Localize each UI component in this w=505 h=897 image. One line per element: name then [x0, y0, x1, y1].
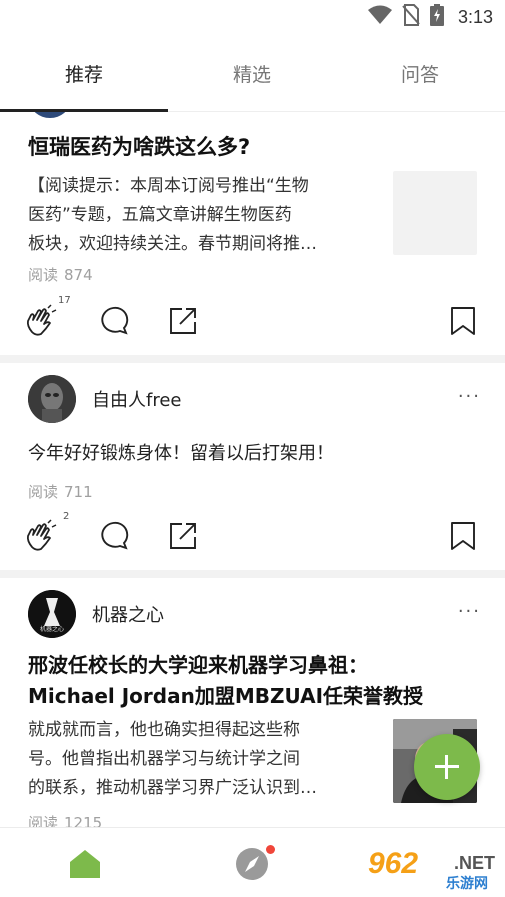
feed[interactable]: 恒瑞医药为啥跌这么多? 【阅读提示：本周本订阅号推出“生物 医药”专题，五篇文章…	[0, 112, 505, 827]
battery-charging-icon	[429, 4, 444, 30]
post-excerpt[interactable]: 就成就而言，他也确实担得起这些称 号。他曾指出机器学习与统计学之间 的联系，推动…	[28, 716, 368, 803]
watermark-sub: 乐游网	[446, 876, 488, 892]
status-icons: 3:13	[367, 4, 493, 30]
read-count: 阅读 1215	[28, 812, 102, 827]
notification-dot	[266, 845, 275, 854]
status-time: 3:13	[457, 6, 493, 27]
post-thumbnail[interactable]	[393, 171, 477, 255]
post-title[interactable]: 邢波任校长的大学迎来机器学习鼻祖： Michael Jordan加盟MBZUAI…	[28, 650, 423, 712]
read-count-value: 711	[64, 483, 93, 501]
bookmark-icon[interactable]	[446, 304, 480, 338]
read-label: 阅读	[28, 483, 59, 501]
action-bar: 2	[0, 511, 505, 559]
title-line: Michael Jordan加盟MBZUAI任荣誉教授	[28, 684, 424, 708]
tab-featured[interactable]: 精选	[168, 60, 336, 87]
watermark-brand: 962	[368, 847, 419, 880]
excerpt-line: 【阅读提示：本周本订阅号推出“生物	[28, 176, 309, 196]
read-count-value: 874	[64, 266, 93, 284]
share-icon[interactable]	[166, 519, 200, 553]
watermark-logo: 962 .NET 乐游网	[368, 845, 503, 893]
more-options-icon[interactable]: ···	[458, 601, 481, 622]
author-name[interactable]: 机器之心	[92, 601, 164, 627]
clap-icon[interactable]	[24, 519, 58, 553]
excerpt-line: 医药”专题，五篇文章讲解生物医药	[28, 205, 292, 225]
post-excerpt[interactable]: 【阅读提示：本周本订阅号推出“生物 医药”专题，五篇文章讲解生物医药 板块，欢迎…	[28, 172, 368, 259]
watermark-net: .NET	[454, 853, 496, 873]
avatar-label: 机器之心	[39, 626, 64, 633]
plus-icon	[445, 755, 448, 779]
clap-count: 2	[63, 511, 70, 522]
more-options-icon[interactable]: ···	[458, 386, 481, 407]
avatar[interactable]	[28, 375, 76, 423]
avatar-partial	[30, 112, 70, 118]
excerpt-line: 板块，欢迎持续关注。春节期间将推…	[28, 234, 317, 254]
author-row[interactable]: 自由人free	[28, 375, 182, 423]
bookmark-icon[interactable]	[446, 519, 480, 553]
read-count: 阅读 711	[28, 481, 93, 502]
add-post-button[interactable]	[414, 734, 480, 800]
top-tabs: 推荐 精选 问答	[0, 34, 505, 112]
read-label: 阅读	[28, 814, 59, 827]
post-title[interactable]: 恒瑞医药为啥跌这么多?	[28, 132, 250, 163]
no-sim-icon	[402, 4, 420, 30]
author-row[interactable]: 机器之心 机器之心	[28, 590, 164, 638]
home-icon[interactable]	[67, 846, 103, 882]
wifi-icon	[367, 5, 392, 29]
excerpt-line: 就成就而言，他也确实担得起这些称	[28, 720, 300, 740]
comment-icon[interactable]	[96, 519, 130, 553]
status-bar: 3:13	[0, 0, 505, 34]
excerpt-line: 号。他曾指出机器学习与统计学之间	[28, 749, 300, 769]
tab-qa[interactable]: 问答	[336, 60, 504, 87]
tab-recommend[interactable]: 推荐	[0, 60, 168, 87]
read-label: 阅读	[28, 266, 59, 284]
author-name[interactable]: 自由人free	[92, 386, 182, 412]
card-divider	[0, 570, 505, 578]
comment-icon[interactable]	[96, 304, 130, 338]
share-icon[interactable]	[166, 304, 200, 338]
action-bar: 17	[0, 295, 505, 344]
read-count: 阅读 874	[28, 264, 93, 285]
post-text[interactable]: 今年好好锻炼身体！留着以后打架用！	[28, 439, 334, 465]
excerpt-line: 的联系，推动机器学习界广泛认识到…	[28, 778, 317, 798]
clap-count: 17	[58, 295, 71, 306]
compass-icon[interactable]	[234, 845, 275, 882]
title-line: 邢波任校长的大学迎来机器学习鼻祖：	[28, 653, 368, 677]
clap-icon[interactable]	[24, 304, 58, 338]
avatar[interactable]: 机器之心	[28, 590, 76, 638]
read-count-value: 1215	[64, 814, 103, 827]
card-divider	[0, 355, 505, 363]
